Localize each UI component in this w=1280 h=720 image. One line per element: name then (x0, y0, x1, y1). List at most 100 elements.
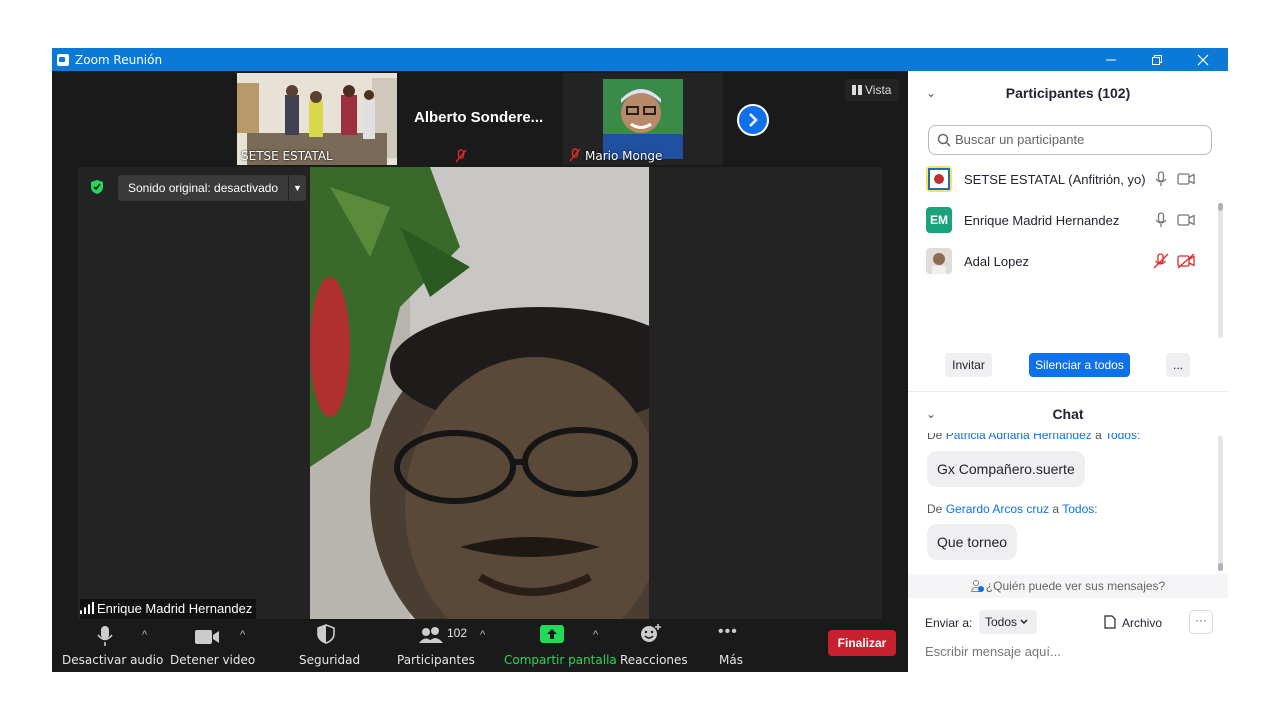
meeting-area: SETSE ESTATAL Alberto Sondere... Mario M… (52, 71, 908, 672)
invite-button[interactable]: Invitar (945, 353, 992, 377)
mario-video-thumbnail (603, 79, 683, 159)
tile-name-mario: Mario Monge (585, 149, 663, 163)
video-camera-icon (195, 630, 219, 644)
mic-muted-icon (455, 149, 467, 163)
close-icon (1197, 54, 1209, 65)
view-label: Vista (865, 83, 892, 97)
stop-video-label: Detener video (170, 653, 256, 667)
chevron-up-icon[interactable]: ^ (480, 629, 485, 641)
chat-more-button[interactable]: ··· (1189, 610, 1213, 634)
chat-title: Chat (1052, 406, 1084, 422)
participants-count: 102 (447, 626, 468, 640)
participant-row[interactable]: SETSE ESTATAL (Anfitrión, yo) (926, 165, 1206, 193)
search-placeholder: Buscar un participante (955, 132, 1085, 147)
mic-muted-icon (569, 148, 581, 162)
participant-search-input[interactable]: Buscar un participante (928, 125, 1212, 155)
message-bubble: Que torneo (927, 524, 1018, 560)
participants-header: ⌄ Participantes (102) (908, 73, 1228, 113)
security-label: Seguridad (299, 653, 361, 667)
tile-name-alberto: Alberto Sondere... (414, 109, 544, 126)
recipient[interactable]: Todos: (1105, 433, 1140, 442)
microphone-icon[interactable] (1154, 171, 1168, 187)
side-panel: ⌄ Participantes (102) Buscar un particip… (908, 71, 1228, 672)
chat-scrollbar[interactable] (1218, 436, 1223, 571)
more-dots-icon: ··· (1195, 613, 1207, 627)
restore-button[interactable] (1134, 48, 1180, 71)
participants-button[interactable]: 102 ^ Participantes (392, 619, 497, 672)
chevron-up-icon[interactable]: ^ (240, 629, 245, 641)
end-meeting-button[interactable]: Finalizar (828, 630, 896, 656)
original-sound-dropdown[interactable]: Sonido original: desactivado ▼ (118, 175, 306, 201)
video-tile-alberto[interactable]: Alberto Sondere... (397, 73, 563, 165)
close-button[interactable] (1180, 48, 1226, 71)
security-button[interactable]: Seguridad (292, 619, 360, 672)
who-can-see-bar[interactable]: ¿Quién puede ver sus mensajes? (908, 574, 1228, 598)
scroll-thumb[interactable] (1218, 203, 1223, 211)
minimize-button[interactable] (1088, 48, 1134, 71)
chat-message-input[interactable]: Escribir mensaje aquí... (925, 639, 1215, 665)
mute-audio-label: Desactivar audio (62, 653, 164, 667)
participants-icon (419, 627, 443, 643)
to-word: a (1095, 433, 1102, 442)
mute-audio-button[interactable]: ^ Desactivar audio (52, 619, 164, 672)
grid-icon (852, 85, 862, 95)
video-off-icon[interactable] (1177, 253, 1195, 269)
send-to-value: Todos (985, 615, 1018, 629)
more-label: Más (719, 653, 743, 667)
from-prefix: De (927, 433, 943, 442)
microphone-icon (97, 626, 113, 646)
microphone-icon[interactable] (1154, 212, 1168, 228)
participants-scrollbar[interactable] (1218, 203, 1223, 338)
chevron-up-icon[interactable]: ^ (142, 629, 147, 641)
security-shield-icon (90, 179, 104, 195)
invite-label: Invitar (952, 358, 985, 372)
recipient[interactable]: Todos: (1062, 502, 1097, 516)
divider (908, 391, 1228, 392)
minimize-icon (1106, 59, 1116, 60)
file-button[interactable]: Archivo (1104, 612, 1162, 634)
video-camera-icon[interactable] (1177, 172, 1195, 186)
more-dots-icon: ••• (718, 623, 738, 640)
message-bubble: Gx Compañero.suerte (927, 451, 1085, 487)
speaker-name: Enrique Madrid Hernandez (97, 601, 253, 616)
chevron-down-icon (1020, 619, 1028, 625)
share-screen-button[interactable]: ^ Compartir pantalla (500, 619, 617, 672)
main-video: Sonido original: desactivado ▼ Enrique M… (78, 167, 882, 619)
reactions-button[interactable]: Reacciones (616, 619, 688, 672)
meeting-toolbar: ^ Desactivar audio ^ Detener video Segur… (52, 619, 908, 672)
stop-video-button[interactable]: ^ Detener video (162, 619, 262, 672)
message-sender-line: De Patricia Adriana Hernandez a Todos: (927, 433, 1140, 442)
sender-name[interactable]: Patricia Adriana Hernandez (946, 433, 1092, 442)
setse-logo-avatar (926, 166, 952, 192)
chevron-up-icon[interactable]: ^ (593, 629, 598, 641)
video-tile-setse[interactable]: SETSE ESTATAL (237, 73, 397, 165)
mic-muted-icon[interactable] (1153, 253, 1169, 269)
chevron-down-icon[interactable]: ⌄ (926, 394, 936, 434)
chat-input-placeholder: Escribir mensaje aquí... (925, 644, 1061, 659)
mute-all-button[interactable]: Silenciar a todos (1029, 353, 1130, 377)
participants-more-button[interactable]: ... (1166, 353, 1190, 377)
chat-messages: De Patricia Adriana Hernandez a Todos: G… (908, 433, 1228, 573)
video-tile-mario[interactable]: Mario Monge (563, 73, 723, 165)
share-screen-icon (540, 625, 564, 643)
send-to-dropdown[interactable]: Todos (979, 610, 1037, 634)
participant-row[interactable]: EM Enrique Madrid Hernandez (926, 206, 1206, 234)
participant-name: Enrique Madrid Hernandez (964, 212, 1120, 228)
next-page-button[interactable] (737, 104, 769, 136)
avatar: EM (926, 207, 952, 233)
chevron-down-icon[interactable]: ⌄ (926, 73, 936, 113)
participant-row[interactable]: Adal Lopez (926, 247, 1206, 275)
avatar (926, 248, 952, 274)
share-screen-label: Compartir pantalla (504, 653, 617, 667)
scroll-thumb[interactable] (1218, 563, 1223, 571)
reactions-label: Reacciones (620, 653, 688, 667)
sender-name[interactable]: Gerardo Arcos cruz (946, 502, 1049, 516)
zoom-window: Zoom Reunión SETSE ESTATAL Alberto Sonde… (52, 48, 1228, 672)
emoji-plus-icon (641, 624, 661, 642)
chevron-right-icon (749, 113, 758, 127)
view-button[interactable]: Vista (845, 79, 899, 101)
restore-icon (1152, 54, 1162, 65)
more-button[interactable]: ••• Más (707, 619, 752, 672)
send-to-label: Enviar a: (925, 616, 973, 630)
video-camera-icon[interactable] (1177, 213, 1195, 227)
